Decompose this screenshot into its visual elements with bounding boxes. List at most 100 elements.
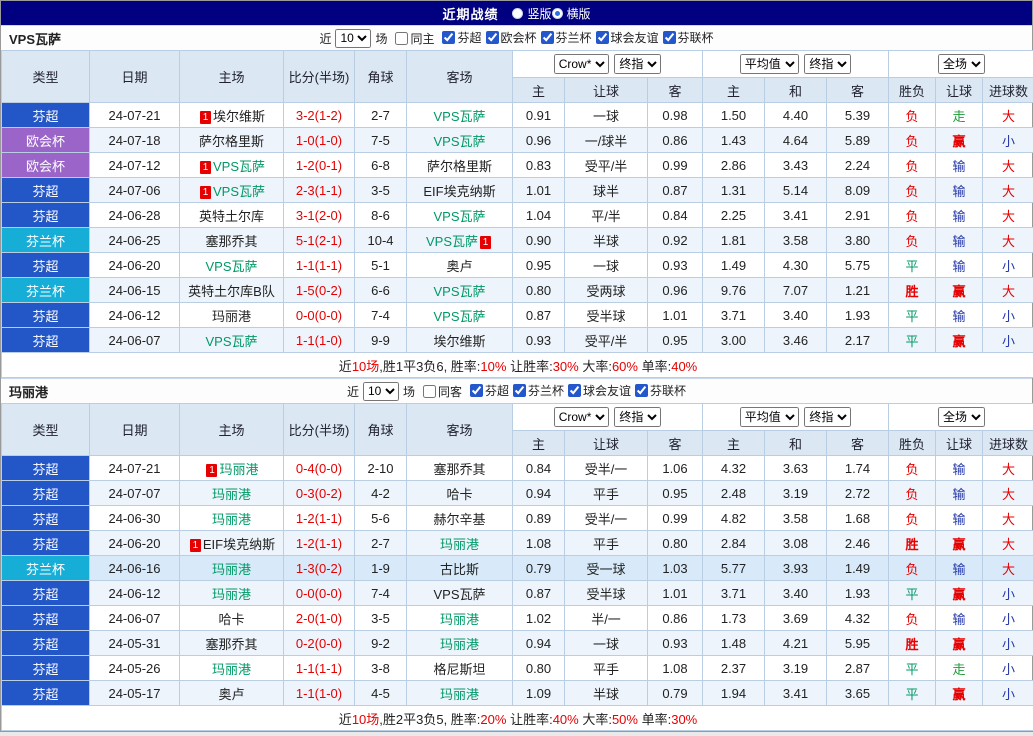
checkbox-input[interactable] (422, 384, 436, 398)
home-team-cell: 1 VPS瓦萨 (179, 152, 284, 178)
home-team-cell: 玛丽港 (179, 480, 284, 506)
checkbox-label: 芬兰杯 (555, 31, 592, 45)
ah-line-cell: 平手 (564, 480, 648, 506)
goals-result-cell: 小 (982, 327, 1033, 353)
avg-draw-odds-cell: 3.58 (764, 227, 827, 253)
layout-radio-竖版[interactable]: 竖版 (512, 5, 552, 22)
match-count-select[interactable]: 10 (335, 28, 372, 48)
corners-cell: 3-5 (354, 605, 407, 631)
competition-cell: 芬兰杯 (1, 277, 90, 303)
summary-segment: 20% (480, 711, 507, 727)
goals-result-cell: 大 (982, 227, 1033, 253)
competition-checkbox-球会友谊[interactable]: 球会友谊 (595, 29, 659, 46)
score-cell: 0-2(0-0) (283, 630, 355, 656)
date-cell: 24-05-17 (89, 680, 180, 706)
competition-cell: 芬超 (1, 505, 90, 531)
checkbox-input[interactable] (635, 384, 649, 397)
bookmaker-select[interactable]: Crow* (553, 54, 609, 74)
match-row: 欧会杯 24-07-12 1 VPS瓦萨 1-2(0-1) 6-8 萨尔格里斯 0.83 受平/… (1, 152, 1033, 178)
checkbox-label: 欧会杯 (500, 31, 537, 45)
away-team-name: VPS瓦萨 (433, 586, 486, 602)
match-count-select[interactable]: 10 (362, 381, 399, 401)
checkbox-input[interactable] (513, 384, 526, 397)
outcome-result-cell: 平 (888, 302, 937, 328)
away-team-name: 玛丽港 (439, 536, 479, 552)
odds-stage-select-2[interactable]: 终指 (804, 54, 852, 74)
checkbox-label: 球会友谊 (610, 31, 659, 45)
avg-away-odds-cell: 5.75 (825, 252, 890, 278)
match-row: 芬超 24-06-20 VPS瓦萨 1-1(1-1) 5-1 奥卢 0.95 一球 0.93 1.… (1, 252, 1033, 278)
date-cell: 24-06-25 (89, 227, 180, 253)
handicap-result-cell: 走 (935, 655, 984, 681)
avg-draw-odds-cell: 3.41 (764, 202, 827, 228)
competition-checkbox-芬联杯[interactable]: 芬联杯 (635, 382, 686, 399)
handicap-result-cell: 输 (935, 505, 984, 531)
col-header-type: 类型 (1, 403, 90, 456)
results-body: 芬超 24-07-21 1 玛丽港 0-4(0-0) 2-10 塞那乔其 0.84 受半/一 1.… (1, 455, 1033, 706)
summary-segment: ,胜2平3负5, 胜率: (379, 711, 481, 727)
competition-checkbox-芬兰杯[interactable]: 芬兰杯 (513, 382, 564, 399)
score-cell: 3-2(1-2) (283, 102, 355, 128)
avg-home-odds-cell: 1.48 (702, 630, 765, 656)
competition-checkbox-芬兰杯[interactable]: 芬兰杯 (540, 29, 592, 46)
col-header-score: 比分(半场) (283, 403, 355, 456)
summary-segment: 60% (611, 358, 638, 374)
checkbox-input[interactable] (442, 31, 456, 44)
checkbox-label: 同主 (410, 31, 435, 46)
goals-result-cell: 小 (982, 630, 1033, 656)
competition-checkbox-球会友谊[interactable]: 球会友谊 (568, 382, 631, 399)
away-team-name: EIF埃克纳斯 (423, 183, 496, 199)
avg-draw-odds-cell: 3.93 (764, 555, 827, 581)
checkbox-input[interactable] (485, 31, 499, 44)
ah-line-cell: 受一球 (564, 555, 648, 581)
checkbox-input[interactable] (540, 31, 554, 44)
checkbox-input[interactable] (568, 384, 582, 397)
home-team-cell: 奥卢 (179, 680, 284, 706)
away-team-cell: 塞那乔其 (406, 455, 513, 481)
competition-checkbox-欧会杯[interactable]: 欧会杯 (485, 29, 537, 46)
handicap-result-cell: 输 (935, 227, 984, 253)
outcome-result-cell: 负 (888, 102, 937, 128)
scope-select[interactable]: 全场 (938, 54, 986, 74)
avg-home-odds-cell: 1.73 (702, 605, 765, 631)
avg-home-odds-cell: 4.32 (702, 455, 765, 481)
checkbox-input[interactable] (595, 31, 609, 44)
handicap-result-cell: 赢 (935, 327, 984, 353)
home-team-cell: 1 VPS瓦萨 (179, 177, 284, 203)
layout-radio-横版[interactable]: 横版 (551, 5, 591, 22)
checkbox-input[interactable] (469, 384, 483, 397)
average-odds-select[interactable]: 平均值 (739, 407, 799, 427)
average-odds-select[interactable]: 平均值 (739, 54, 799, 74)
match-row: 芬超 24-05-31 塞那乔其 0-2(0-0) 9-2 玛丽港 0.94 一球 0.93 1.… (1, 630, 1033, 656)
sub-col-header: 客 (825, 77, 890, 103)
date-cell: 24-05-26 (89, 655, 180, 681)
checkbox-input[interactable] (395, 31, 409, 45)
competition-checkbox-芬联杯[interactable]: 芬联杯 (662, 29, 714, 46)
same-venue-checkbox[interactable]: 同主 (395, 30, 434, 47)
checkbox-input[interactable] (662, 31, 676, 44)
bookmaker-select[interactable]: Crow* (553, 407, 609, 427)
competition-checkbox-芬超[interactable]: 芬超 (469, 382, 509, 399)
ah-away-odds-cell: 1.06 (647, 455, 703, 481)
home-team-cell: VPS瓦萨 (179, 252, 284, 278)
avg-draw-odds-cell: 3.40 (764, 580, 827, 606)
score-cell: 1-0(1-0) (283, 127, 355, 153)
ah-line-cell: 平手 (564, 655, 648, 681)
score-cell: 2-3(1-1) (283, 177, 355, 203)
outcome-result-cell: 平 (888, 252, 937, 278)
competition-checkbox-芬超[interactable]: 芬超 (442, 29, 482, 46)
away-team-cell: 埃尔维斯 (406, 327, 513, 353)
scope-select[interactable]: 全场 (938, 407, 986, 427)
odds-stage-select[interactable]: 终指 (614, 407, 662, 427)
ah-home-odds-cell: 1.01 (512, 177, 565, 203)
handicap-result-cell: 输 (935, 202, 984, 228)
red-card-badge: 1 (189, 538, 201, 552)
goals-result-cell: 大 (982, 202, 1033, 228)
sub-col-header: 让球 (935, 430, 984, 456)
away-team-cell: 萨尔格里斯 (406, 152, 513, 178)
odds-stage-select-2[interactable]: 终指 (804, 407, 852, 427)
odds-stage-select[interactable]: 终指 (614, 54, 662, 74)
ah-away-odds-cell: 0.84 (647, 202, 703, 228)
ah-away-odds-cell: 0.99 (647, 505, 703, 531)
same-venue-checkbox[interactable]: 同客 (422, 383, 462, 400)
